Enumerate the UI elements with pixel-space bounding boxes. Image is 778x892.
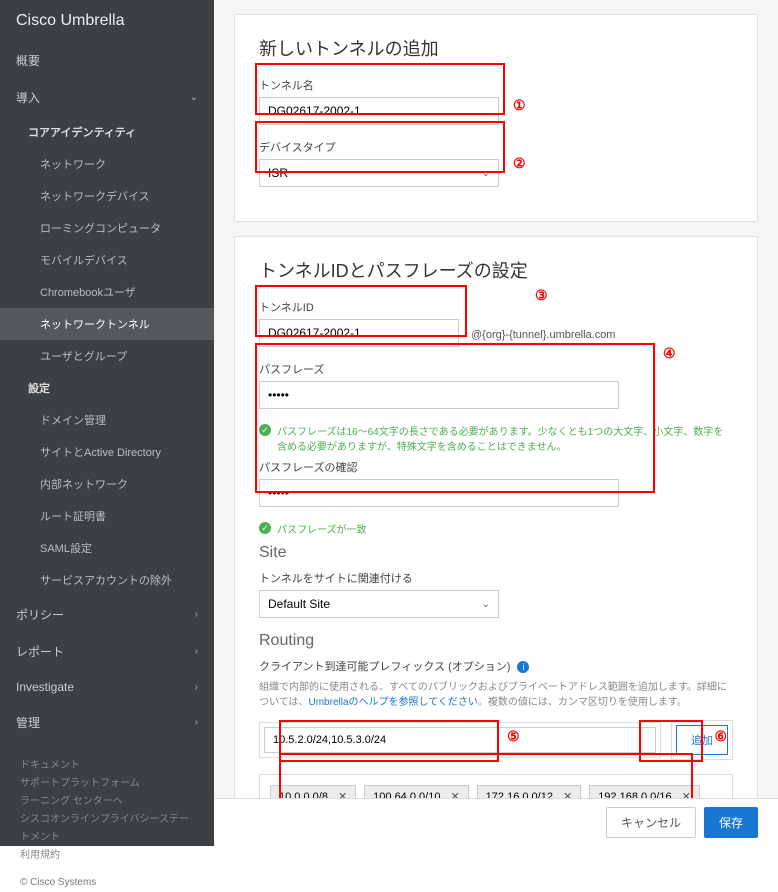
nav-policy[interactable]: ポリシー› [0, 596, 214, 633]
nav-chromebook[interactable]: Chromebookユーザ [0, 276, 214, 308]
nav-overview[interactable]: 概要 [0, 42, 214, 79]
passphrase-match: パスフレーズが一致 [277, 521, 367, 536]
footer-terms[interactable]: 利用規約 [20, 847, 194, 865]
routing-help: 組織で内部的に使用される、すべてのパブリックおよびプライベートアドレス範囲を追加… [259, 680, 733, 710]
annotation-6: ⑥ [714, 728, 727, 745]
main-content: 新しいトンネルの追加 トンネル名 デバイスタイプ ISR ⌄ ① ② トンネルI… [214, 0, 778, 846]
footer-privacy[interactable]: シスコオンラインプライバシーステートメント [20, 811, 194, 847]
nav-domain-mgmt[interactable]: ドメイン管理 [0, 404, 214, 436]
footer-support[interactable]: サポートプラットフォーム [20, 775, 194, 793]
check-icon: ✓ [259, 522, 271, 534]
chevron-right-icon: › [195, 609, 198, 620]
brand-title: Cisco Umbrella [0, 0, 214, 42]
annotation-5: ⑤ [507, 728, 520, 745]
nav-mobile[interactable]: モバイルデバイス [0, 244, 214, 276]
nav-service-account[interactable]: サービスアカウントの除外 [0, 564, 214, 596]
nav-settings-heading: 設定 [0, 372, 214, 404]
annotation-2: ② [513, 155, 526, 172]
nav-sites-ad[interactable]: サイトとActive Directory [0, 436, 214, 468]
nav-deploy[interactable]: 導入⌄ [0, 79, 214, 116]
nav-core-identity: コアアイデンティティ [0, 116, 214, 148]
chevron-right-icon: › [195, 646, 198, 657]
nav-network-devices[interactable]: ネットワークデバイス [0, 180, 214, 212]
tunnel-id-suffix: @{org}-{tunnel}.umbrella.com [471, 329, 615, 347]
footer-docs[interactable]: ドキュメント [20, 757, 194, 775]
label-prefix: クライアント到達可能プレフィックス (オプション) i [259, 658, 733, 674]
nav-users-groups[interactable]: ユーザとグループ [0, 340, 214, 372]
input-tunnel-name[interactable] [259, 97, 499, 125]
footer-learning[interactable]: ラーニング センターへ [20, 793, 194, 811]
info-icon[interactable]: i [517, 661, 529, 673]
cancel-button[interactable]: キャンセル [606, 807, 696, 838]
check-icon: ✓ [259, 424, 271, 436]
card-tunnel-id-passphrase: トンネルIDとパスフレーズの設定 トンネルID @{org}-{tunnel}.… [234, 236, 758, 846]
heading-site: Site [259, 544, 733, 562]
heading-add-tunnel: 新しいトンネルの追加 [259, 35, 733, 61]
nav-report[interactable]: レポート› [0, 633, 214, 670]
input-tunnel-id[interactable] [259, 319, 459, 347]
nav-investigate[interactable]: Investigate› [0, 670, 214, 704]
chevron-down-icon: ⌄ [482, 168, 490, 179]
input-prefix[interactable] [264, 727, 656, 753]
nav-internal-network[interactable]: 内部ネットワーク [0, 468, 214, 500]
chevron-right-icon: › [195, 682, 198, 693]
nav-roaming[interactable]: ローミングコンピュータ [0, 212, 214, 244]
nav-saml[interactable]: SAML設定 [0, 532, 214, 564]
label-passphrase-confirm: パスフレーズの確認 [259, 459, 619, 475]
bottom-bar: キャンセル 保存 [214, 798, 778, 846]
input-passphrase-confirm[interactable] [259, 479, 619, 507]
save-button[interactable]: 保存 [704, 807, 758, 838]
input-passphrase[interactable] [259, 381, 619, 409]
select-site[interactable]: Default Site ⌄ [259, 590, 499, 618]
heading-routing: Routing [259, 632, 733, 650]
passphrase-hint: パスフレーズは16～64文字の長さである必要があります。少なくとも1つの大文字、… [277, 423, 733, 453]
footer-links: ドキュメント サポートプラットフォーム ラーニング センターへ シスコオンライン… [0, 749, 214, 873]
label-tunnel-id: トンネルID [259, 299, 459, 315]
annotation-4: ④ [663, 345, 676, 362]
nav-admin[interactable]: 管理› [0, 704, 214, 741]
nav-network-tunnel[interactable]: ネットワークトンネル [0, 308, 214, 340]
label-passphrase: パスフレーズ [259, 361, 619, 377]
annotation-1: ① [513, 97, 526, 114]
chevron-down-icon: ⌄ [482, 599, 490, 610]
label-device-type: デバイスタイプ [259, 139, 499, 155]
heading-tunnel-id: トンネルIDとパスフレーズの設定 [259, 257, 733, 283]
label-site-assoc: トンネルをサイトに関連付ける [259, 570, 499, 586]
help-link[interactable]: Umbrellaのヘルプを参照してください [309, 697, 478, 708]
label-tunnel-name: トンネル名 [259, 77, 499, 93]
nav-network[interactable]: ネットワーク [0, 148, 214, 180]
sidebar: Cisco Umbrella 概要 導入⌄ コアアイデンティティ ネットワーク … [0, 0, 214, 846]
chevron-right-icon: › [195, 717, 198, 728]
copyright: © Cisco Systems [0, 873, 214, 892]
select-device-type[interactable]: ISR ⌄ [259, 159, 499, 187]
card-add-tunnel: 新しいトンネルの追加 トンネル名 デバイスタイプ ISR ⌄ ① ② [234, 14, 758, 222]
annotation-3: ③ [535, 287, 548, 304]
nav-root-cert[interactable]: ルート証明書 [0, 500, 214, 532]
chevron-down-icon: ⌄ [190, 92, 198, 103]
